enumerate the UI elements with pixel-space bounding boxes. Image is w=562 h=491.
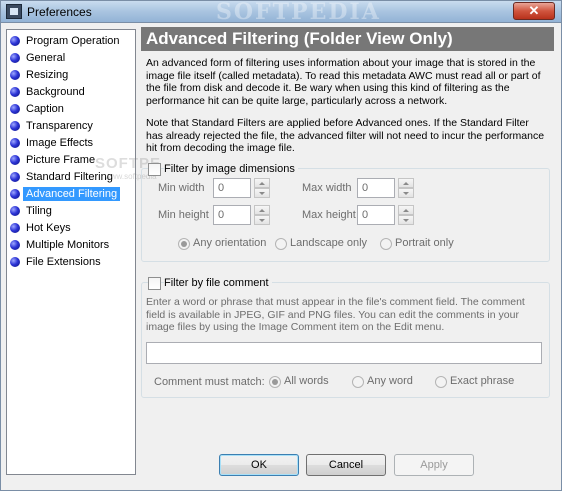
min-width-spinner[interactable] bbox=[254, 178, 270, 198]
min-height-label: Min height bbox=[158, 209, 209, 221]
filter-comment-label: Filter by file comment bbox=[164, 277, 272, 289]
bullet-icon bbox=[10, 70, 20, 80]
bullet-icon bbox=[10, 223, 20, 233]
spin-down-icon[interactable] bbox=[254, 215, 270, 225]
any-orientation-radio[interactable] bbox=[178, 238, 190, 250]
watermark: SOFTPEDIA bbox=[216, 0, 381, 25]
nav-item-label: File Extensions bbox=[26, 256, 101, 268]
nav-item-advanced-filtering[interactable]: Advanced Filtering bbox=[10, 186, 132, 202]
any-word-radio[interactable] bbox=[352, 376, 364, 388]
spin-down-icon[interactable] bbox=[398, 188, 414, 198]
bullet-icon bbox=[10, 104, 20, 114]
comment-input[interactable] bbox=[146, 342, 542, 364]
exact-phrase-label: Exact phrase bbox=[450, 375, 515, 387]
nav-item-label: General bbox=[26, 52, 66, 64]
ok-button[interactable]: OK bbox=[219, 454, 299, 476]
bullet-icon bbox=[10, 53, 20, 63]
app-icon bbox=[6, 4, 22, 19]
bullet-icon bbox=[10, 155, 20, 165]
portrait-only-label: Portrait only bbox=[395, 237, 454, 249]
max-width-label: Max width bbox=[302, 182, 352, 194]
nav-item-multiple-monitors[interactable]: Multiple Monitors bbox=[10, 237, 132, 253]
any-orientation-label: Any orientation bbox=[193, 237, 267, 249]
max-width-input[interactable]: 0 bbox=[357, 178, 395, 198]
category-list[interactable]: Program Operation General Resizing Backg… bbox=[6, 29, 160, 475]
any-word-label: Any word bbox=[367, 375, 413, 387]
nav-item-caption[interactable]: Caption bbox=[10, 101, 132, 117]
bullet-icon bbox=[10, 189, 20, 199]
nav-item-hot-keys[interactable]: Hot Keys bbox=[10, 220, 132, 236]
comment-match-label: Comment must match: bbox=[154, 376, 265, 388]
nav-item-general[interactable]: General bbox=[10, 50, 132, 66]
comment-description: Enter a word or phrase that must appear … bbox=[146, 296, 525, 333]
nav-item-image-effects[interactable]: Image Effects bbox=[10, 135, 132, 151]
nav-item-program-operation[interactable]: Program Operation bbox=[10, 33, 132, 49]
nav-item-label: Resizing bbox=[26, 69, 69, 81]
nav-item-label: Advanced Filtering bbox=[23, 187, 121, 201]
bullet-icon bbox=[10, 87, 20, 97]
nav-item-label: Background bbox=[26, 86, 85, 98]
bullet-icon bbox=[10, 121, 20, 131]
max-height-input[interactable]: 0 bbox=[357, 205, 395, 225]
min-width-input[interactable]: 0 bbox=[213, 178, 251, 198]
apply-button[interactable]: Apply bbox=[394, 454, 474, 476]
preferences-window: Preferences SOFTPEDIA ✕ Program Operatio… bbox=[0, 0, 562, 491]
nav-item-label: Transparency bbox=[26, 120, 93, 132]
spin-up-icon[interactable] bbox=[398, 178, 414, 188]
cancel-button[interactable]: Cancel bbox=[306, 454, 386, 476]
spin-up-icon[interactable] bbox=[254, 178, 270, 188]
filter-dimensions-label: Filter by image dimensions bbox=[164, 163, 298, 175]
portrait-only-radio[interactable] bbox=[380, 238, 392, 250]
nav-item-background[interactable]: Background bbox=[10, 84, 132, 100]
max-width-spinner[interactable] bbox=[398, 178, 414, 198]
title-bar[interactable]: Preferences SOFTPEDIA ✕ bbox=[1, 0, 561, 25]
note-text: Note that Standard Filters are applied b… bbox=[146, 117, 545, 154]
bullet-icon bbox=[10, 138, 20, 148]
window-title: Preferences bbox=[27, 5, 92, 19]
filter-comment-checkbox[interactable] bbox=[148, 277, 161, 290]
nav-item-label: Image Effects bbox=[26, 137, 94, 149]
bullet-icon bbox=[10, 257, 20, 267]
nav-item-label: Program Operation bbox=[26, 35, 120, 47]
min-height-spinner[interactable] bbox=[254, 205, 270, 225]
page-title: Advanced Filtering (Folder View Only) bbox=[141, 27, 554, 51]
bullet-icon bbox=[10, 36, 20, 46]
spin-down-icon[interactable] bbox=[398, 215, 414, 225]
intro-text: An advanced form of filtering uses infor… bbox=[146, 57, 541, 107]
filter-dimensions-checkbox[interactable] bbox=[148, 163, 161, 176]
nav-item-label: Standard Filtering bbox=[26, 171, 113, 183]
bullet-icon bbox=[10, 206, 20, 216]
nav-item-label: Hot Keys bbox=[26, 222, 71, 234]
spin-up-icon[interactable] bbox=[254, 205, 270, 215]
nav-item-label: Multiple Monitors bbox=[26, 239, 110, 251]
nav-item-label: Picture Frame bbox=[26, 154, 96, 166]
min-width-label: Min width bbox=[158, 182, 205, 194]
max-height-spinner[interactable] bbox=[398, 205, 414, 225]
max-height-label: Max height bbox=[302, 209, 356, 221]
landscape-only-radio[interactable] bbox=[275, 238, 287, 250]
spin-down-icon[interactable] bbox=[254, 188, 270, 198]
nav-item-transparency[interactable]: Transparency bbox=[10, 118, 132, 134]
min-height-input[interactable]: 0 bbox=[213, 205, 251, 225]
bullet-icon bbox=[10, 240, 20, 250]
nav-item-resizing[interactable]: Resizing bbox=[10, 67, 132, 83]
nav-item-label: Caption bbox=[26, 103, 64, 115]
bullet-icon bbox=[10, 172, 20, 182]
all-words-radio[interactable] bbox=[269, 376, 281, 388]
nav-item-tiling[interactable]: Tiling bbox=[10, 203, 132, 219]
spin-up-icon[interactable] bbox=[398, 205, 414, 215]
nav-item-label: Tiling bbox=[26, 205, 52, 217]
all-words-label: All words bbox=[284, 375, 329, 387]
landscape-only-label: Landscape only bbox=[290, 237, 368, 249]
exact-phrase-radio[interactable] bbox=[435, 376, 447, 388]
nav-item-file-extensions[interactable]: File Extensions bbox=[10, 254, 132, 270]
close-button[interactable]: ✕ bbox=[513, 2, 555, 20]
